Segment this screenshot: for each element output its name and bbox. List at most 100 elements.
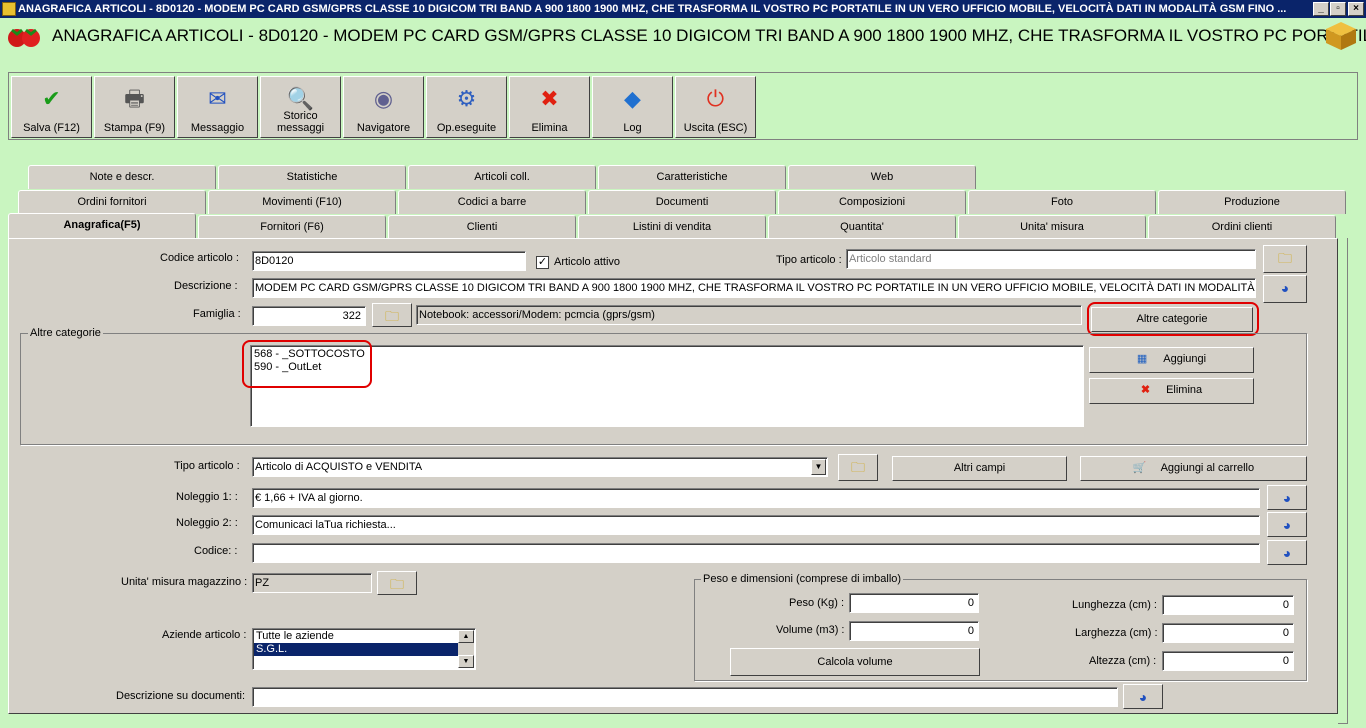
aziende-scrollbar[interactable]: ▲ ▼ [458, 630, 474, 668]
calcola-volume-button[interactable]: Calcola volume [730, 648, 980, 676]
noleggio2-label: Noleggio 2: : [176, 517, 238, 529]
delete-icon: ✖ [1140, 384, 1151, 396]
categorie-list[interactable]: 568 - _SOTTOCOSTO 590 - _OutLet [250, 345, 1084, 427]
noleggio1-label: Noleggio 1: : [176, 491, 238, 503]
peso-label: Peso (Kg) : [789, 597, 845, 609]
tab-row1-3[interactable]: Caratteristiche [598, 165, 786, 189]
aziende-list[interactable]: Tutte le aziende S.G.L. [252, 628, 476, 670]
toolbar-button-2[interactable]: ✉ Messaggio [177, 76, 258, 138]
tab-row2-2[interactable]: Codici a barre [398, 190, 586, 214]
descr-doc-input[interactable] [252, 687, 1118, 707]
famiglia-folder-icon[interactable]: 🗀 [372, 303, 412, 327]
page-title: ANAGRAFICA ARTICOLI - 8D0120 - MODEM PC … [52, 26, 1366, 45]
altezza-input[interactable]: 0 [1162, 651, 1294, 671]
tab-row3-0[interactable]: Anagrafica(F5) [8, 213, 196, 238]
toolbar-label-1: Stampa (F9) [103, 122, 166, 134]
list-item[interactable]: S.G.L. [254, 643, 458, 656]
volume-input[interactable]: 0 [849, 621, 979, 641]
attivo-checkbox[interactable]: ✓ [536, 256, 549, 269]
highlight-categorie [242, 340, 372, 388]
folder-icon[interactable]: 🗀 [1263, 245, 1307, 273]
scroll-down-icon[interactable]: ▼ [458, 655, 474, 668]
tab-row2-3[interactable]: Documenti [588, 190, 776, 214]
toolbar-button-0[interactable]: ✔ Salva (F12) [11, 76, 92, 138]
toolbar-button-8[interactable]: ⏻ Uscita (ESC) [675, 76, 756, 138]
globe-icon[interactable]: ◕ [1263, 275, 1307, 303]
tab-row3-4[interactable]: Quantita' [768, 215, 956, 239]
toolbar-button-3[interactable]: 🔍 Storico messaggi [260, 76, 341, 138]
toolbar-label-6: Elimina [531, 122, 568, 134]
window-title-bar[interactable]: ANAGRAFICA ARTICOLI - 8D0120 - MODEM PC … [0, 0, 1366, 18]
descrizione-input[interactable]: MODEM PC CARD GSM/GPRS CLASSE 10 DIGICOM… [252, 278, 1256, 298]
larghezza-label: Larghezza (cm) : [1075, 627, 1158, 639]
larghezza-input[interactable]: 0 [1162, 623, 1294, 643]
famiglia-input[interactable]: 322 [252, 306, 366, 326]
list-item[interactable]: 568 - _SOTTOCOSTO [254, 348, 1080, 361]
tab-row1-2[interactable]: Articoli coll. [408, 165, 596, 189]
um-input[interactable]: PZ [252, 573, 372, 593]
toolbar-icon-6: ✖ [540, 86, 559, 111]
noleggio2-globe-icon[interactable]: ◕ [1267, 512, 1307, 537]
toolbar-icon-1: 🖶 [124, 86, 145, 111]
tab-row2-1[interactable]: Movimenti (F10) [208, 190, 396, 214]
tab-row3-6[interactable]: Ordini clienti [1148, 215, 1336, 239]
tab-row2-0[interactable]: Ordini fornitori [18, 190, 206, 214]
tab-row3-1[interactable]: Fornitori (F6) [198, 215, 386, 239]
volume-label: Volume (m3) : [776, 624, 845, 636]
lunghezza-input[interactable]: 0 [1162, 595, 1294, 615]
noleggio1-globe-icon[interactable]: ◕ [1267, 485, 1307, 510]
toolbar-label-3: Storico messaggi [276, 110, 325, 134]
toolbar-icon-4: ◉ [373, 86, 394, 111]
codice-input[interactable]: 8D0120 [252, 251, 526, 271]
um-label: Unita' misura magazzino : [121, 576, 248, 588]
toolbar-button-4[interactable]: ◉ Navigatore [343, 76, 424, 138]
toolbar-button-5[interactable]: ⚙ Op.eseguite [426, 76, 507, 138]
codice2-input[interactable] [252, 543, 1260, 563]
peso-input[interactable]: 0 [849, 593, 979, 613]
descr-doc-globe-icon[interactable]: ◕ [1123, 684, 1163, 709]
maximize-button[interactable]: ▫ [1330, 2, 1346, 16]
toolbar-button-6[interactable]: ✖ Elimina [509, 76, 590, 138]
tab-row1-4[interactable]: Web [788, 165, 976, 189]
codice2-globe-icon[interactable]: ◕ [1267, 540, 1307, 565]
noleggio2-input[interactable]: Comunicaci laTua richiesta... [252, 515, 1260, 535]
close-button[interactable]: × [1348, 2, 1364, 16]
toolbar-icon-8: ⏻ [706, 86, 725, 111]
tipo-articolo-input[interactable]: Articolo standard [846, 249, 1256, 269]
tipo-folder-icon[interactable]: 🗀 [838, 454, 878, 481]
noleggio1-input[interactable]: € 1,66 + IVA al giorno. [252, 488, 1260, 508]
attivo-label: Articolo attivo [554, 256, 621, 268]
list-item[interactable]: Tutte le aziende [254, 630, 474, 643]
tipo-select[interactable]: Articolo di ACQUISTO e VENDITA [252, 457, 828, 477]
tab-row2-5[interactable]: Foto [968, 190, 1156, 214]
tab-row2-6[interactable]: Produzione [1158, 190, 1346, 214]
tab-row3-2[interactable]: Clienti [388, 215, 576, 239]
um-folder-icon[interactable]: 🗀 [377, 571, 417, 595]
aggiungi-carrello-button[interactable]: 🛒 Aggiungi al carrello [1080, 456, 1307, 481]
list-item[interactable]: 590 - _OutLet [254, 361, 1080, 374]
minimize-button[interactable]: _ [1313, 2, 1329, 16]
toolbar-icon-5: ⚙ [456, 86, 477, 111]
elimina-label: Elimina [1166, 384, 1203, 396]
codice2-label: Codice: : [194, 545, 238, 557]
famiglia-desc: Notebook: accessori/Modem: pcmcia (gprs/… [416, 305, 1082, 325]
tab-row3-5[interactable]: Unita' misura [958, 215, 1146, 239]
altri-campi-button[interactable]: Altri campi [892, 456, 1067, 481]
famiglia-label: Famiglia : [193, 308, 241, 320]
altre-categorie-button[interactable]: Altre categorie [1091, 307, 1253, 332]
lunghezza-label: Lunghezza (cm) : [1072, 599, 1157, 611]
toolbar-button-1[interactable]: 🖶 Stampa (F9) [94, 76, 175, 138]
aggiungi-button[interactable]: ▦ Aggiungi [1089, 347, 1254, 373]
tab-row1-1[interactable]: Statistiche [218, 165, 406, 189]
altezza-label: Altezza (cm) : [1089, 655, 1157, 667]
tab-row1-0[interactable]: Note e descr. [28, 165, 216, 189]
elimina-categoria-button[interactable]: ✖ Elimina [1089, 378, 1254, 404]
descrizione-label: Descrizione : [174, 280, 238, 292]
scroll-up-icon[interactable]: ▲ [458, 630, 474, 643]
tab-row3-3[interactable]: Listini di vendita [578, 215, 766, 239]
peso-group-label: Peso e dimensioni (comprese di imballo) [701, 573, 904, 585]
tipo-articolo-label: Tipo articolo : [776, 254, 842, 266]
chevron-down-icon[interactable]: ▼ [811, 459, 826, 475]
tab-row2-4[interactable]: Composizioni [778, 190, 966, 214]
toolbar-button-7[interactable]: ◆ Log [592, 76, 673, 138]
